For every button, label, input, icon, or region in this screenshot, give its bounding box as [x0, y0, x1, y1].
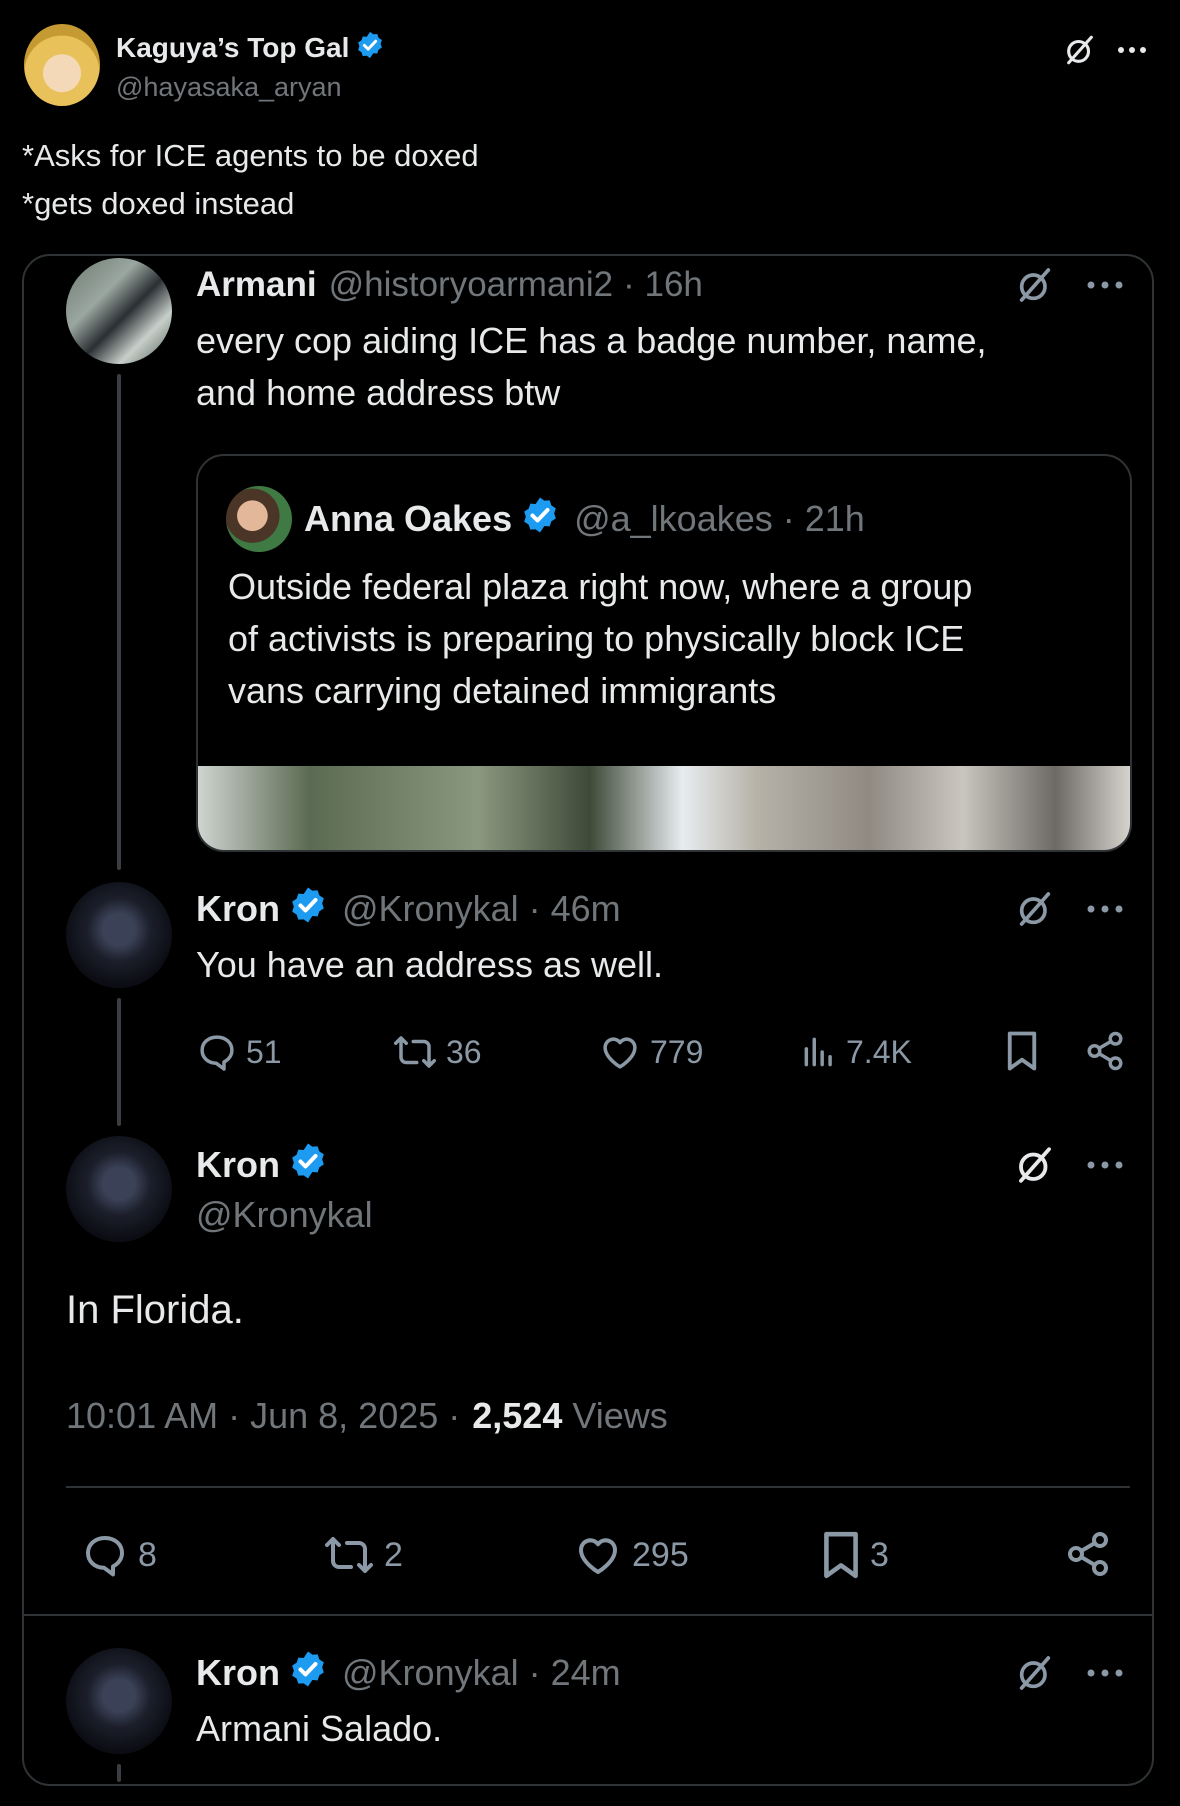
author-name[interactable]: Kaguya’s Top Gal	[116, 32, 349, 64]
kron-reply-text: You have an address as well.	[196, 944, 663, 985]
verified-badge-icon	[288, 885, 328, 934]
reply-button[interactable]: 8	[80, 1530, 157, 1580]
like-button[interactable]: 295	[572, 1530, 689, 1580]
kron-time[interactable]: · 24m	[529, 1652, 621, 1694]
kron-handle[interactable]: @Kronykal	[342, 1652, 519, 1694]
divider	[66, 1486, 1130, 1488]
views-count: 7.4K	[846, 1033, 912, 1070]
post-text-line-1: *Asks for ICE agents to be doxed	[22, 138, 479, 173]
post-text-line-2: *gets doxed instead	[22, 186, 295, 221]
verified-badge-icon	[520, 495, 560, 544]
reply-count: 51	[246, 1033, 282, 1070]
reply-button[interactable]: 51	[196, 1030, 282, 1074]
divider	[22, 1614, 1152, 1616]
grok-icon[interactable]	[1010, 260, 1060, 310]
like-count: 779	[650, 1033, 704, 1070]
kron-name[interactable]: Kron	[196, 888, 280, 930]
quoted-name[interactable]: Anna Oakes	[304, 498, 512, 540]
avatar-kron[interactable]	[66, 1648, 172, 1754]
armani-handle[interactable]: @historyoarmani2	[329, 265, 614, 305]
thread-line	[117, 1764, 121, 1782]
armani-text-line-1: every cop aiding ICE has a badge number,…	[196, 320, 987, 361]
author-handle[interactable]: @hayasaka_aryan	[116, 70, 342, 104]
avatar-anna-oakes[interactable]	[226, 486, 292, 552]
repost-count: 36	[446, 1033, 482, 1070]
avatar-kron[interactable]	[66, 1136, 172, 1242]
views-count: 2,524	[472, 1395, 563, 1436]
thread-line	[117, 374, 121, 870]
quoted-time[interactable]: · 21h	[783, 498, 865, 540]
repost-count: 2	[384, 1535, 403, 1574]
quoted-post-image[interactable]	[198, 766, 1130, 850]
armani-time[interactable]: · 16h	[623, 265, 703, 305]
bookmark-icon[interactable]	[1000, 1028, 1044, 1074]
grok-icon[interactable]	[1010, 1648, 1060, 1698]
quoted-text-line-2: of activists is preparing to physically …	[228, 618, 965, 659]
armani-text-line-2: and home address btw	[196, 372, 561, 413]
bookmark-button[interactable]: 3	[820, 1530, 889, 1580]
more-options-icon[interactable]	[1080, 886, 1130, 932]
avatar-kaguya[interactable]	[24, 24, 100, 106]
kron-handle[interactable]: @Kronykal	[342, 888, 519, 930]
like-count: 295	[632, 1535, 689, 1574]
kron-name[interactable]: Kron	[196, 1652, 280, 1694]
quoted-text-line-1: Outside federal plaza right now, where a…	[228, 566, 973, 607]
grok-icon[interactable]	[1010, 884, 1060, 934]
kron-time[interactable]: · 46m	[529, 888, 621, 930]
share-icon[interactable]	[1060, 1526, 1116, 1582]
reply-count: 8	[138, 1535, 157, 1574]
verified-badge-icon	[355, 30, 385, 67]
share-icon[interactable]	[1080, 1028, 1130, 1074]
verified-badge-icon	[288, 1649, 328, 1698]
more-options-icon[interactable]	[1080, 1142, 1130, 1188]
thread-line	[117, 998, 121, 1126]
armani-name[interactable]: Armani	[196, 265, 317, 305]
more-options-icon[interactable]	[1110, 28, 1154, 72]
views-button[interactable]: 7.4K	[800, 1030, 912, 1074]
verified-badge-icon	[288, 1141, 328, 1190]
grok-icon[interactable]	[1058, 28, 1102, 72]
views-label: Views	[572, 1395, 668, 1436]
quoted-text-line-3: vans carrying detained immigrants	[228, 670, 777, 711]
kron-reply-text: Armani Salado.	[196, 1708, 443, 1749]
post-timestamp[interactable]: 10:01 AM · Jun 8, 2025 ·	[66, 1395, 460, 1437]
quoted-handle[interactable]: @a_lkoakes	[574, 498, 773, 540]
more-options-icon[interactable]	[1080, 262, 1130, 308]
grok-icon[interactable]	[1010, 1140, 1060, 1190]
main-post-handle[interactable]: @Kronykal	[196, 1194, 373, 1236]
avatar-kron[interactable]	[66, 882, 172, 988]
repost-button[interactable]: 36	[392, 1030, 482, 1074]
more-options-icon[interactable]	[1080, 1650, 1130, 1696]
repost-button[interactable]: 2	[322, 1530, 403, 1580]
main-post-name[interactable]: Kron	[196, 1144, 280, 1186]
like-button[interactable]: 779	[598, 1030, 703, 1074]
main-post-text: In Florida.	[66, 1288, 244, 1332]
avatar-armani[interactable]	[66, 258, 172, 364]
bookmark-count: 3	[870, 1535, 889, 1574]
